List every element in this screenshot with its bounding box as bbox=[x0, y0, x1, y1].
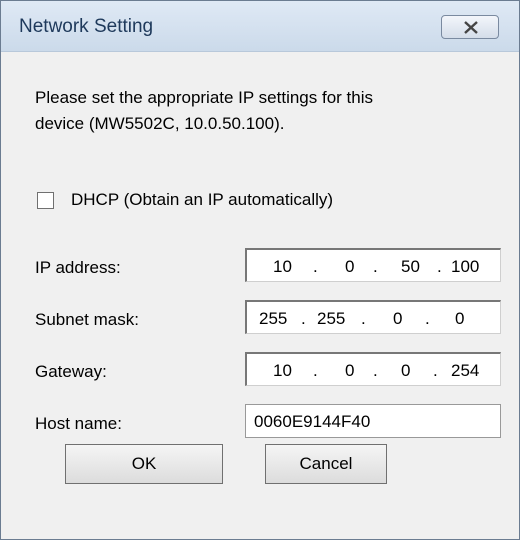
gateway-octet-2[interactable]: 0 bbox=[345, 361, 354, 381]
dhcp-label[interactable]: DHCP (Obtain an IP automatically) bbox=[71, 190, 333, 210]
close-button[interactable] bbox=[441, 15, 499, 39]
subnet-dot-3: . bbox=[425, 309, 430, 328]
title-bar[interactable]: Network Setting bbox=[1, 1, 519, 52]
gateway-dot-2: . bbox=[373, 361, 378, 380]
ip-octet-3[interactable]: 50 bbox=[401, 257, 420, 277]
ip-address-label: IP address: bbox=[35, 258, 121, 277]
ip-octet-2[interactable]: 0 bbox=[345, 257, 354, 277]
gateway-label: Gateway: bbox=[35, 362, 107, 381]
ip-dot-1: . bbox=[313, 257, 318, 276]
dialog-title: Network Setting bbox=[19, 16, 154, 37]
host-name-value[interactable]: 0060E9144F40 bbox=[254, 412, 370, 432]
close-icon bbox=[464, 21, 478, 34]
gateway-octet-1[interactable]: 10 bbox=[273, 361, 292, 381]
message-line-2: device (MW5502C, 10.0.50.100). bbox=[35, 114, 285, 133]
subnet-octet-4[interactable]: 0 bbox=[455, 309, 464, 329]
subnet-mask-field[interactable]: 255 . 255 . 0 . 0 bbox=[245, 300, 501, 334]
ip-octet-1[interactable]: 10 bbox=[273, 257, 292, 277]
dhcp-checkbox[interactable] bbox=[37, 192, 54, 209]
message-line-1: Please set the appropriate IP settings f… bbox=[35, 88, 373, 107]
gateway-dot-1: . bbox=[313, 361, 318, 380]
ip-dot-3: . bbox=[437, 257, 442, 276]
subnet-dot-1: . bbox=[301, 309, 306, 328]
cancel-button[interactable]: Cancel bbox=[265, 444, 387, 484]
subnet-mask-label: Subnet mask: bbox=[35, 310, 139, 329]
ok-button[interactable]: OK bbox=[65, 444, 223, 484]
gateway-octet-4[interactable]: 254 bbox=[451, 361, 479, 381]
subnet-octet-1[interactable]: 255 bbox=[259, 309, 287, 329]
subnet-octet-2[interactable]: 255 bbox=[317, 309, 345, 329]
gateway-dot-3: . bbox=[433, 361, 438, 380]
gateway-field[interactable]: 10 . 0 . 0 . 254 bbox=[245, 352, 501, 386]
ip-dot-2: . bbox=[373, 257, 378, 276]
host-name-field[interactable]: 0060E9144F40 bbox=[245, 404, 501, 438]
ip-address-field[interactable]: 10 . 0 . 50 . 100 bbox=[245, 248, 501, 282]
subnet-dot-2: . bbox=[361, 309, 366, 328]
dialog-body: Please set the appropriate IP settings f… bbox=[1, 52, 519, 539]
gateway-octet-3[interactable]: 0 bbox=[401, 361, 410, 381]
ip-octet-4[interactable]: 100 bbox=[451, 257, 479, 277]
network-setting-dialog: Network Setting Please set the appropria… bbox=[0, 0, 520, 540]
subnet-octet-3[interactable]: 0 bbox=[393, 309, 402, 329]
host-name-label: Host name: bbox=[35, 414, 122, 433]
